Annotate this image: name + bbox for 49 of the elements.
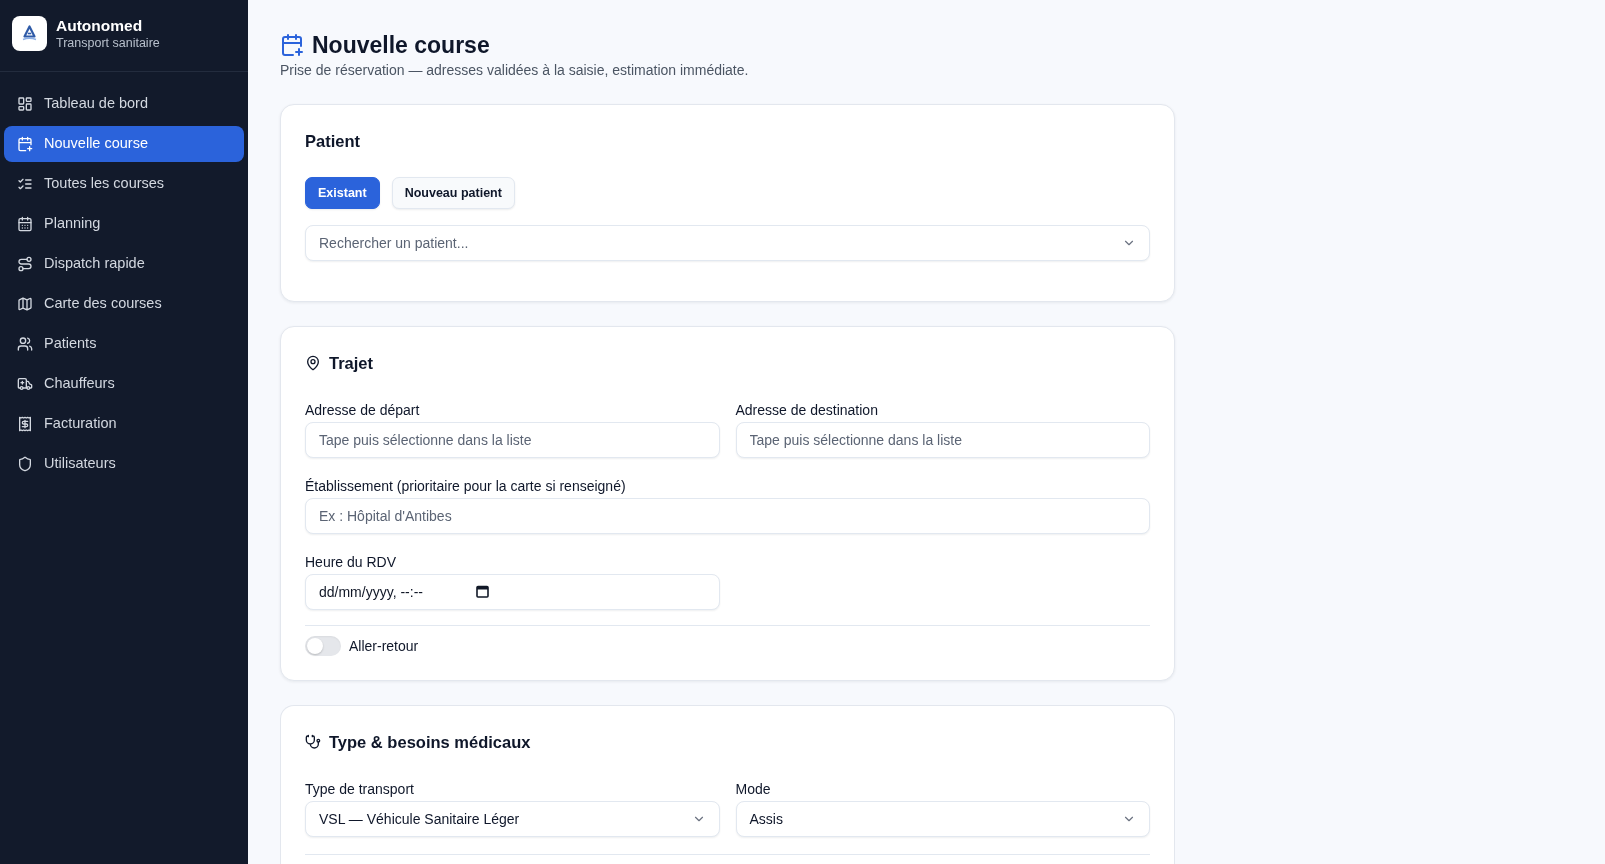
calendar-plus-icon — [17, 136, 33, 152]
date-time-field[interactable]: dd/mm/yyyy, --:-- — [305, 574, 720, 610]
facility-field[interactable]: Ex : Hôpital d'Antibes — [305, 498, 1150, 534]
sidebar-item[interactable]: Tableau de bord — [4, 86, 244, 122]
sidebar-item[interactable]: Toutes les courses — [4, 166, 244, 202]
calendar-plus-icon — [280, 33, 304, 57]
receipt-icon — [17, 416, 33, 432]
section-title: Type & besoins médicaux — [329, 732, 531, 753]
address-field[interactable]: Tape puis sélectionne dans la liste — [735, 422, 1150, 458]
users-icon — [17, 336, 33, 352]
dashboard-icon — [17, 96, 33, 112]
calendar-icon — [17, 216, 33, 232]
route-icon — [17, 256, 33, 272]
field-label: Mode — [735, 780, 772, 798]
ambulance-icon — [17, 376, 33, 392]
sidebar-item[interactable]: Carte des courses — [4, 286, 244, 322]
sidebar-item[interactable]: Facturation — [4, 406, 244, 442]
transport-type-select[interactable]: VSL — Véhicule Sanitaire Léger — [305, 801, 720, 837]
page-subtitle: Prise de réservation — adresses validées à la saisie, estimation immédiate. — [280, 61, 750, 80]
page-title: Nouvelle course — [312, 31, 490, 59]
calendar-icon[interactable] — [476, 585, 489, 598]
map-icon — [17, 296, 33, 312]
sidebar-item[interactable]: Utilisateurs — [4, 446, 244, 482]
section-title: Patient — [305, 131, 360, 152]
sidebar-item[interactable]: Chauffeurs — [4, 366, 244, 402]
mode-button[interactable]: Nouveau patient — [391, 177, 515, 209]
address-field[interactable]: Tape puis sélectionne dans la liste — [305, 422, 720, 458]
patient-search-field[interactable]: Rechercher un patient... — [305, 225, 1150, 261]
mode-button[interactable]: Existant — [305, 177, 380, 209]
field-label: Type de transport — [305, 780, 415, 798]
toggle-switch[interactable] — [305, 636, 341, 656]
mode-select[interactable]: Assis — [735, 801, 1150, 837]
sidebar-item[interactable]: Patients — [4, 326, 244, 362]
section-title: Trajet — [329, 353, 374, 374]
stethoscope-icon — [305, 734, 321, 750]
field-label: Heure du RDV — [305, 553, 398, 571]
field-label: Établissement (prioritaire pour la carte si renseigné) — [305, 477, 627, 495]
field-label: Adresse de destination — [735, 401, 879, 419]
brand-tagline: Transport sanitaire — [56, 35, 160, 51]
brand-name: Autonomed — [56, 16, 144, 35]
logo-icon — [12, 16, 47, 51]
toggle-label: Aller-retour — [349, 637, 419, 656]
map-pin-icon — [305, 355, 321, 371]
sidebar-item[interactable]: Nouvelle course — [4, 126, 244, 162]
sidebar-item[interactable]: Dispatch rapide — [4, 246, 244, 282]
checklist-icon — [17, 176, 33, 192]
sidebar-item[interactable]: Planning — [4, 206, 244, 242]
shield-icon — [17, 456, 33, 472]
field-label: Adresse de départ — [305, 401, 421, 419]
